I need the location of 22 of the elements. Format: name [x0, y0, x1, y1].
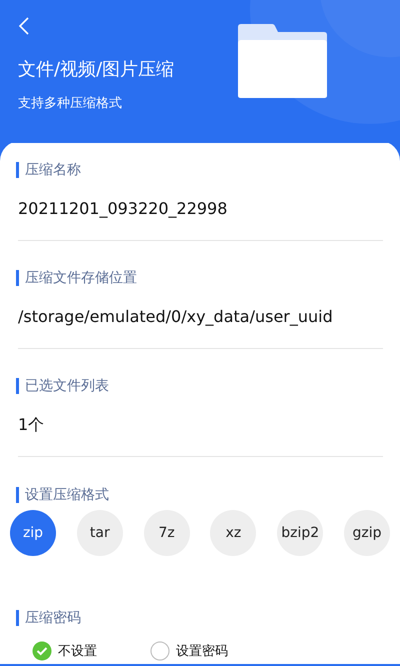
field-value[interactable]: /storage/emulated/0/xy_data/user_uuid — [18, 306, 383, 328]
format-option[interactable]: 7z — [144, 510, 190, 556]
format-option[interactable]: zip — [10, 510, 56, 556]
radio-label: 设置密码 — [176, 643, 228, 660]
page-title: 文件/视频/图片压缩 — [18, 58, 176, 82]
page-subtitle: 支持多种压缩格式 — [18, 95, 123, 113]
section-label: 压缩名称 — [16, 162, 383, 178]
field-value[interactable]: 20211201_093220_22998 — [18, 198, 383, 220]
checked-radio-icon[interactable] — [32, 641, 52, 661]
radio-icon[interactable] — [150, 641, 170, 661]
format-option[interactable]: gzip — [344, 510, 390, 556]
section-label: 设置压缩格式 — [16, 487, 383, 503]
field-value[interactable]: 1个 — [18, 414, 383, 436]
section-label: 已选文件列表 — [16, 378, 383, 394]
folder-icon — [236, 24, 328, 99]
format-option[interactable]: xz — [210, 510, 256, 556]
section-label: 压缩密码 — [16, 610, 383, 626]
format-option[interactable]: tar — [76, 510, 123, 556]
format-option[interactable]: bzip2 — [277, 510, 324, 556]
radio-label: 不设置 — [58, 643, 97, 660]
back-icon[interactable] — [18, 17, 30, 35]
section-label: 压缩文件存储位置 — [16, 270, 383, 286]
